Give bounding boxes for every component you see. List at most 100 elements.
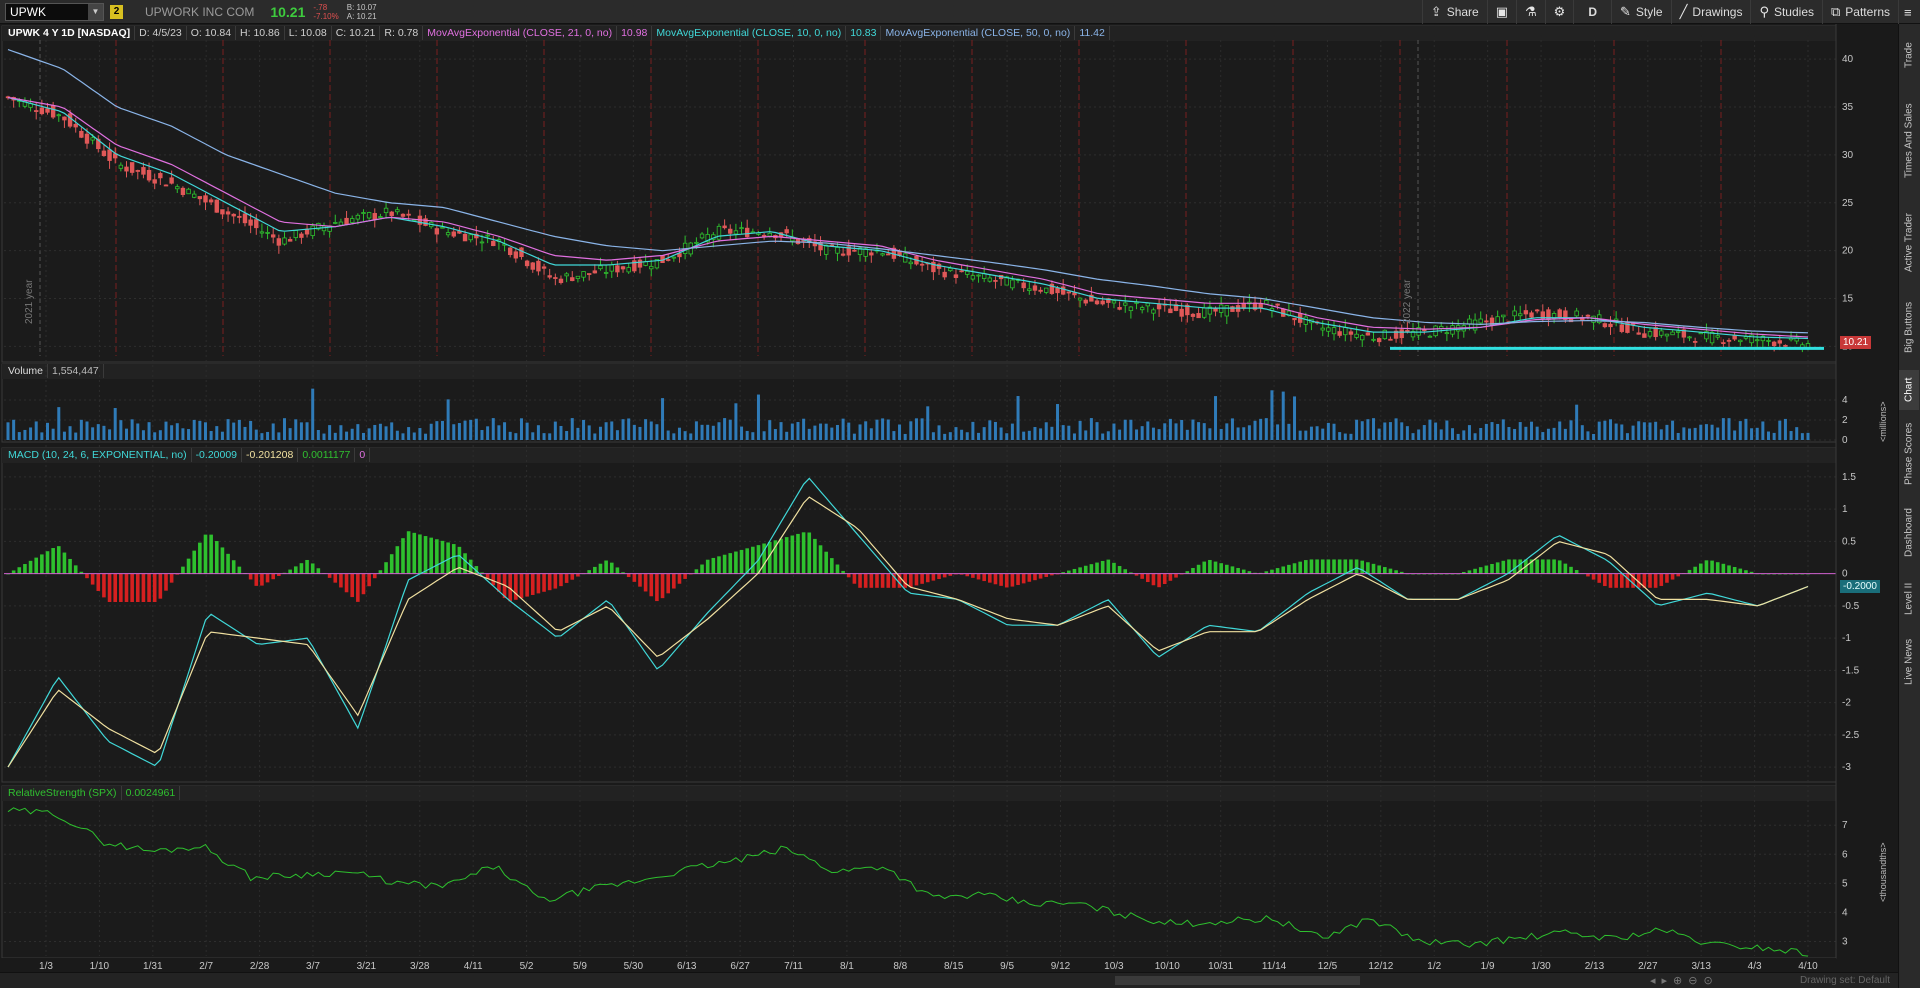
candle-body	[1258, 303, 1263, 309]
candle-body	[1083, 299, 1088, 304]
volume-bar	[1151, 427, 1155, 440]
macd-histogram-bar	[378, 570, 383, 574]
volume-bar	[931, 432, 935, 440]
menu-button[interactable]: ≡	[1898, 0, 1920, 24]
ema50-value: 11.42	[1075, 26, 1110, 40]
candle-body	[491, 240, 496, 247]
candle-body	[169, 177, 174, 184]
chart-canvas[interactable]: 1/3 1/10 1/31 2/7 2/28 3/7 3/21 3/28 4/11 5/2 5/9 5…	[0, 24, 1898, 972]
symbol-text: UPWK	[10, 4, 46, 19]
studies-button[interactable]: ⚲ Studies	[1750, 0, 1822, 24]
candle-body	[440, 226, 445, 229]
drawing-set-label[interactable]: Drawing set: Default	[1800, 975, 1890, 986]
macd-histogram-bar	[418, 534, 422, 574]
volume-bar	[40, 432, 44, 440]
snapshot-button[interactable]: ▣	[1486, 0, 1516, 24]
tab-active-trader[interactable]: Active Trader	[1899, 202, 1919, 284]
volume-bar	[1795, 427, 1799, 440]
macd-histogram-bar	[1546, 559, 1551, 574]
macd-histogram-bar	[1670, 573, 1675, 580]
macd-histogram-bar	[722, 554, 727, 574]
rs-title[interactable]: RelativeStrength (SPX)	[4, 786, 122, 800]
macd-histogram-bar	[717, 556, 721, 574]
macd-histogram-bar	[23, 564, 27, 574]
zoom-controls[interactable]: ◂▸⊕⊖⊙	[1650, 974, 1719, 987]
ema10-label[interactable]: MovAvgExponential (CLOSE, 10, 0, no)	[652, 26, 847, 40]
macd-histogram-bar	[198, 542, 202, 574]
macd-histogram-bar	[237, 566, 242, 574]
volume-bar	[1264, 418, 1268, 440]
macd-histogram-bar	[920, 573, 924, 584]
tab-chart[interactable]: Chart	[1899, 370, 1919, 410]
lab-button[interactable]: ⚗	[1516, 0, 1545, 24]
x-tick-label: 1/9	[1481, 961, 1495, 972]
macd-histogram-bar	[734, 551, 738, 574]
time-scrollbar[interactable]: ◂▸⊕⊖⊙ Drawing set: Default	[0, 972, 1898, 988]
volume-bar	[12, 419, 16, 440]
candle-body	[722, 225, 727, 229]
patterns-button[interactable]: ⧉ Patterns	[1822, 0, 1898, 24]
link-badge[interactable]: 2	[110, 4, 123, 19]
macd-histogram-bar	[1732, 567, 1737, 574]
symbol-input[interactable]: UPWK ▼	[5, 2, 104, 21]
scroll-thumb[interactable]	[1115, 976, 1360, 985]
volume-bar	[734, 403, 738, 440]
volume-bar	[1507, 427, 1511, 440]
style-button[interactable]: ✎ Style	[1611, 0, 1671, 24]
ema50-label[interactable]: MovAvgExponential (CLOSE, 50, 0, no)	[881, 26, 1076, 40]
volume-bar	[401, 433, 405, 440]
tab-live-news[interactable]: Live News	[1899, 630, 1919, 694]
volume-bar	[1693, 427, 1697, 440]
macd-histogram-bar	[1569, 566, 1573, 574]
macd-title[interactable]: MACD (10, 24, 6, EXPONENTIAL, no)	[4, 448, 192, 462]
volume-bar	[700, 424, 704, 440]
tab-level-ii[interactable]: Level II	[1899, 574, 1919, 624]
ema21-label[interactable]: MovAvgExponential (CLOSE, 21, 0, no)	[423, 26, 618, 40]
candle-body	[1376, 338, 1382, 343]
candle-body	[524, 260, 530, 267]
chart-title[interactable]: UPWK 4 Y 1D [NASDAQ]	[4, 26, 136, 40]
tab-dashboard[interactable]: Dashboard	[1899, 498, 1919, 568]
settings-button[interactable]: ⚙	[1544, 0, 1574, 24]
candle-body	[1326, 327, 1331, 332]
volume-unit: <millions>	[1878, 401, 1888, 442]
volume-bar	[694, 421, 698, 440]
macd-histogram-bar	[1659, 573, 1664, 586]
drawings-button[interactable]: ╱ Drawings	[1670, 0, 1751, 24]
volume-bar	[993, 421, 997, 440]
macd-histogram-bar	[1100, 560, 1105, 574]
x-tick-label: 4/3	[1748, 961, 1762, 972]
volume-bar	[1056, 404, 1060, 440]
volume-bar	[525, 422, 529, 440]
macd-histogram-bar	[1727, 565, 1731, 574]
macd-histogram-bar	[1738, 568, 1743, 574]
volume-bar	[1355, 419, 1359, 440]
candle-body	[214, 199, 219, 213]
macd-histogram-bar	[846, 573, 851, 578]
macd-histogram-bar	[1360, 560, 1365, 574]
macd-histogram-bar	[51, 548, 55, 574]
candle-body	[1664, 333, 1670, 337]
candle-body	[333, 222, 338, 224]
tab-trade[interactable]: Trade	[1899, 30, 1919, 80]
macd-histogram-bar	[1033, 573, 1037, 581]
volume-bar	[1033, 427, 1037, 440]
y-tick-label: 0.5	[1842, 536, 1856, 547]
y-tick-label: -3	[1842, 762, 1851, 773]
chevron-down-icon[interactable]: ▼	[88, 3, 103, 20]
tab-times-and-sales[interactable]: Times And Sales	[1899, 86, 1919, 196]
share-button[interactable]: ⇪ Share	[1421, 0, 1487, 24]
macd-histogram-bar	[214, 541, 219, 574]
tab-phase-scores[interactable]: Phase Scores	[1899, 416, 1919, 492]
macd-histogram-bar	[1213, 561, 1218, 574]
aggregation-button[interactable]: D	[1573, 0, 1611, 24]
macd-histogram-bar	[209, 534, 213, 574]
volume-bar	[345, 431, 349, 440]
volume-bar	[328, 425, 332, 440]
volume-title[interactable]: Volume	[4, 364, 49, 378]
drawings-label: Drawings	[1692, 5, 1743, 19]
x-tick-label: 3/21	[357, 961, 377, 972]
volume-bar	[1479, 427, 1483, 440]
macd-histogram-bar	[1343, 559, 1348, 574]
tab-big-buttons[interactable]: Big Buttons	[1899, 290, 1919, 364]
